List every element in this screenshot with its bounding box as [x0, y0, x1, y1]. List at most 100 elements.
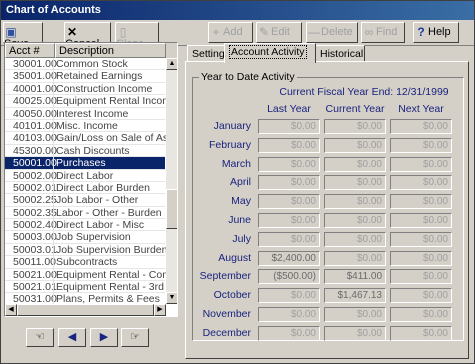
- table-row[interactable]: 40050.00 Interest Income: [5, 107, 165, 120]
- activity-last-year-field[interactable]: $0.00: [258, 156, 320, 172]
- activity-next-year-field[interactable]: $0.00: [390, 213, 452, 228]
- month-label: July: [232, 232, 251, 245]
- last-record-button[interactable]: ☞: [121, 328, 149, 347]
- activity-current-year-field[interactable]: $0.00: [324, 137, 386, 153]
- activity-next-year-field[interactable]: $0.00: [390, 325, 452, 341]
- tab-account-activity[interactable]: Account Activity: [224, 43, 316, 63]
- find-button[interactable]: ∞ Find: [361, 22, 405, 43]
- account-description: Equipment Rental - Company O: [56, 268, 166, 281]
- activity-last-year-field[interactable]: $0.00: [258, 288, 320, 304]
- column-divider: [53, 82, 54, 95]
- table-row[interactable]: 50002.25 Job Labor - Other: [5, 194, 165, 207]
- activity-last-year-field[interactable]: ($500.00): [258, 269, 320, 285]
- activity-last-year-field[interactable]: $0.00: [258, 307, 320, 322]
- table-row[interactable]: 40001.00 Construction Income: [5, 82, 165, 96]
- column-header-description[interactable]: Description: [55, 43, 166, 58]
- activity-current-year-field[interactable]: $0.00: [324, 307, 386, 322]
- month-label: March: [221, 157, 251, 170]
- activity-next-year-field[interactable]: $0.00: [390, 307, 452, 322]
- left-arrow-icon: ◀: [67, 331, 77, 343]
- activity-current-year-field[interactable]: $0.00: [324, 156, 386, 172]
- vertical-scrollbar[interactable]: ▲ ▼: [166, 58, 177, 304]
- activity-next-year-field[interactable]: $0.00: [390, 175, 452, 191]
- activity-last-year-field[interactable]: $0.00: [258, 194, 320, 210]
- activity-current-year-field[interactable]: $0.00: [324, 213, 386, 228]
- account-description: Gain/Loss on Sale of Assets: [56, 132, 166, 145]
- activity-last-year-field[interactable]: $0.00: [258, 175, 320, 191]
- month-label: October: [213, 289, 251, 302]
- horizontal-scrollbar-thumb[interactable]: [17, 304, 154, 316]
- column-header-acct[interactable]: Acct #: [5, 43, 55, 58]
- scroll-right-arrow-icon[interactable]: ▶: [154, 304, 166, 316]
- table-row[interactable]: 50002.00 Direct Labor: [5, 169, 165, 182]
- activity-next-year-field[interactable]: $0.00: [390, 231, 452, 247]
- activity-current-year-field[interactable]: $0.00: [324, 175, 386, 191]
- table-row[interactable]: 50003.00 Job Supervision: [5, 231, 165, 244]
- table-row[interactable]: 45300.00 Cash Discounts: [5, 144, 165, 158]
- table-row[interactable]: 50021.01Equipment Rental - 3rd Party: [5, 281, 166, 294]
- table-row[interactable]: 40025.00 Equipment Rental Income: [5, 95, 166, 108]
- scrollbar-thumb[interactable]: [166, 189, 177, 229]
- help-button[interactable]: ? Help: [413, 22, 459, 43]
- table-row[interactable]: 50002.01 Direct Labor Burden: [5, 181, 165, 195]
- activity-next-year-field[interactable]: $0.00: [390, 269, 452, 285]
- activity-next-year-field[interactable]: $0.00: [390, 250, 452, 266]
- previous-record-button[interactable]: ◀: [58, 328, 86, 347]
- first-record-button[interactable]: ☜: [26, 328, 54, 347]
- account-description: Labor - Other - Burden: [56, 206, 162, 219]
- next-record-button[interactable]: ▶: [90, 328, 118, 347]
- column-divider: [53, 119, 54, 132]
- table-row[interactable]: 50002.40 Direct Labor - Misc: [5, 219, 165, 232]
- first-record-hand-icon: ☜: [35, 331, 45, 343]
- table-row[interactable]: 50001.00 Purchases: [5, 157, 165, 170]
- column-divider: [53, 181, 54, 194]
- table-row[interactable]: 30001.00 Common Stock: [5, 58, 165, 71]
- activity-last-year-field[interactable]: $0.00: [258, 231, 320, 247]
- x-icon: ✕: [66, 25, 78, 39]
- tab-settings[interactable]: Settings: [187, 45, 230, 62]
- activity-current-year-field[interactable]: $0.00: [324, 250, 386, 266]
- edit-button[interactable]: ✎ Edit: [256, 22, 302, 43]
- scroll-down-arrow-icon[interactable]: ▼: [166, 292, 177, 304]
- scroll-up-arrow-icon[interactable]: ▲: [166, 58, 177, 70]
- activity-current-year-field[interactable]: $0.00: [324, 325, 386, 341]
- account-description: Cash Discounts: [56, 144, 130, 157]
- activity-next-year-field[interactable]: $0.00: [390, 194, 452, 210]
- right-arrow-icon: ▶: [99, 331, 109, 343]
- column-header-last-year: Last Year: [267, 103, 311, 115]
- account-description: Subcontracts: [56, 256, 118, 269]
- minus-icon: —: [308, 25, 320, 39]
- activity-next-year-field[interactable]: $0.00: [390, 137, 452, 153]
- horizontal-scrollbar[interactable]: ◀ ▶: [5, 304, 166, 316]
- close-button[interactable]: ▯Close: [115, 22, 159, 50]
- activity-current-year-field[interactable]: $0.00: [324, 231, 386, 247]
- activity-next-year-field[interactable]: $0.00: [390, 119, 452, 134]
- activity-last-year-field[interactable]: $0.00: [258, 119, 320, 134]
- table-row[interactable]: 50003.01 Job Supervision Burden: [5, 243, 166, 257]
- activity-current-year-field[interactable]: $0.00: [324, 194, 386, 210]
- activity-next-year-field[interactable]: $0.00: [390, 288, 452, 304]
- save-button[interactable]: ▣Save: [3, 22, 43, 50]
- activity-next-year-field[interactable]: $0.00: [390, 156, 452, 172]
- delete-button[interactable]: —Delete: [306, 22, 358, 43]
- account-description: Job Supervision Burden: [56, 243, 166, 256]
- month-label: August: [218, 251, 251, 264]
- table-row[interactable]: 40103.00Gain/Loss on Sale of Assets: [5, 132, 166, 145]
- accounts-list[interactable]: Acct # Description 30001.00 Common Stock 3…: [4, 42, 178, 317]
- table-row[interactable]: 50011.00 Subcontracts: [5, 256, 165, 269]
- activity-last-year-field[interactable]: $0.00: [258, 213, 320, 228]
- activity-current-year-field[interactable]: $411.00: [324, 269, 386, 285]
- activity-last-year-field[interactable]: $0.00: [258, 137, 320, 153]
- activity-current-year-field[interactable]: $0.00: [324, 119, 386, 134]
- scroll-left-arrow-icon[interactable]: ◀: [5, 304, 17, 316]
- table-row[interactable]: 50021.00Equipment Rental - Company O: [5, 268, 166, 282]
- activity-current-year-field[interactable]: $1,467.13: [324, 288, 386, 304]
- table-row[interactable]: 40101.00 Misc. Income: [5, 119, 165, 133]
- activity-last-year-field[interactable]: $2,400.00: [258, 250, 320, 266]
- table-row[interactable]: 35001.00 Retained Earnings: [5, 70, 165, 83]
- tab-historical[interactable]: Historical: [315, 45, 365, 62]
- add-button[interactable]: + Add: [208, 22, 253, 43]
- table-row[interactable]: 50002.35 Labor - Other - Burden: [5, 206, 165, 220]
- activity-last-year-field[interactable]: $0.00: [258, 325, 320, 341]
- cancel-button[interactable]: ✕Cancel: [64, 22, 111, 50]
